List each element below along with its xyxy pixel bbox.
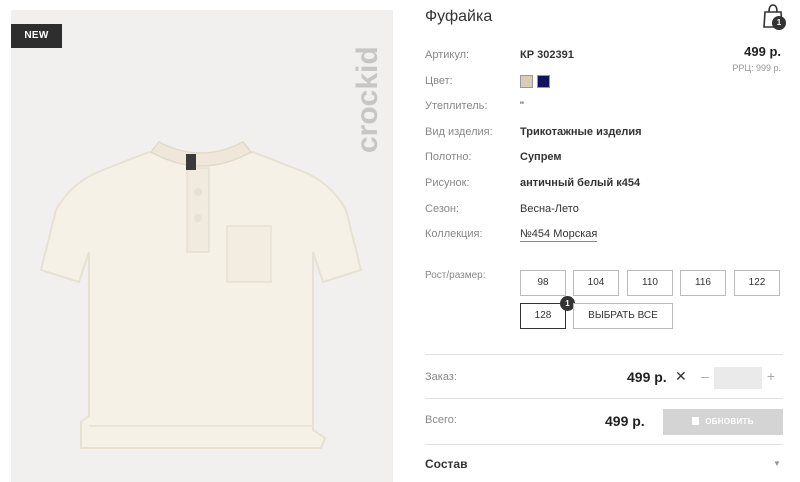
attr-collection: Коллекция: №454 Морская xyxy=(425,222,785,248)
remove-order-icon[interactable]: ✕ xyxy=(675,368,687,385)
attr-value: Супрем xyxy=(520,151,562,164)
update-button-label: ОБНОВИТЬ xyxy=(705,417,754,426)
trash-icon xyxy=(692,417,700,425)
quantity-input[interactable] xyxy=(714,367,762,389)
attr-label: Вид изделия: xyxy=(425,125,493,138)
order-label: Заказ: xyxy=(425,371,457,383)
attribute-list: Артикул: КР 302391 Цвет: Утеплитель: " В… xyxy=(425,43,785,248)
attr-insulation: Утеплитель: " xyxy=(425,94,785,120)
product-photo[interactable]: NEW crockid xyxy=(11,10,393,482)
product-title: Фуфайка xyxy=(425,8,493,25)
attr-label: Сезон: xyxy=(425,202,459,215)
attr-season: Сезон: Весна-Лето xyxy=(425,197,785,223)
attr-value: Трикотажные изделия xyxy=(520,125,642,138)
attr-label: Утеплитель: xyxy=(425,100,488,113)
composition-section-toggle[interactable]: Состав xyxy=(425,457,467,471)
attr-label: Артикул: xyxy=(425,49,470,61)
attr-value: Весна-Лето xyxy=(520,202,579,215)
quantity-decrease-button[interactable]: – xyxy=(698,368,712,384)
order-price: 499 р. xyxy=(627,369,667,385)
divider xyxy=(425,444,783,445)
attr-print: Рисунок: античный белый к454 xyxy=(425,171,785,197)
attr-label: Коллекция: xyxy=(425,228,483,241)
tshirt-image xyxy=(39,141,363,449)
attr-label: Цвет: xyxy=(425,74,453,87)
attr-label: Полотно: xyxy=(425,151,472,164)
size-option-128[interactable]: 128 xyxy=(520,303,566,329)
attr-label: Рисунок: xyxy=(425,176,470,189)
update-button[interactable]: ОБНОВИТЬ xyxy=(663,409,783,435)
attr-value: КР 302391 xyxy=(520,49,574,61)
divider xyxy=(425,398,783,399)
attr-article: Артикул: КР 302391 xyxy=(425,43,785,69)
quantity-increase-button[interactable]: + xyxy=(764,368,778,384)
size-option-98[interactable]: 98 xyxy=(520,270,566,296)
color-swatch-beige[interactable] xyxy=(520,74,533,88)
cart-count-badge: 1 xyxy=(772,16,786,30)
attr-fabric: Полотно: Супрем xyxy=(425,145,785,171)
color-swatches xyxy=(520,74,550,88)
size-option-116[interactable]: 116 xyxy=(680,270,726,296)
size-option-122[interactable]: 122 xyxy=(734,270,780,296)
new-badge: NEW xyxy=(11,24,62,48)
total-price: 499 р. xyxy=(605,413,645,429)
size-label: Рост/размер: xyxy=(425,270,486,281)
size-option-110[interactable]: 110 xyxy=(627,270,673,296)
size-option-104[interactable]: 104 xyxy=(573,270,619,296)
divider xyxy=(425,354,783,355)
attr-color: Цвет: xyxy=(425,69,785,95)
attr-product-type: Вид изделия: Трикотажные изделия xyxy=(425,120,785,146)
attr-value: " xyxy=(520,100,524,113)
color-swatch-navy[interactable] xyxy=(537,74,550,88)
total-label: Всего: xyxy=(425,414,457,426)
select-all-sizes-button[interactable]: ВЫБРАТЬ ВСЕ xyxy=(573,303,673,329)
chevron-down-icon[interactable]: ▼ xyxy=(773,459,781,468)
attr-value: античный белый к454 xyxy=(520,176,641,189)
collection-link[interactable]: №454 Морская xyxy=(520,227,598,243)
